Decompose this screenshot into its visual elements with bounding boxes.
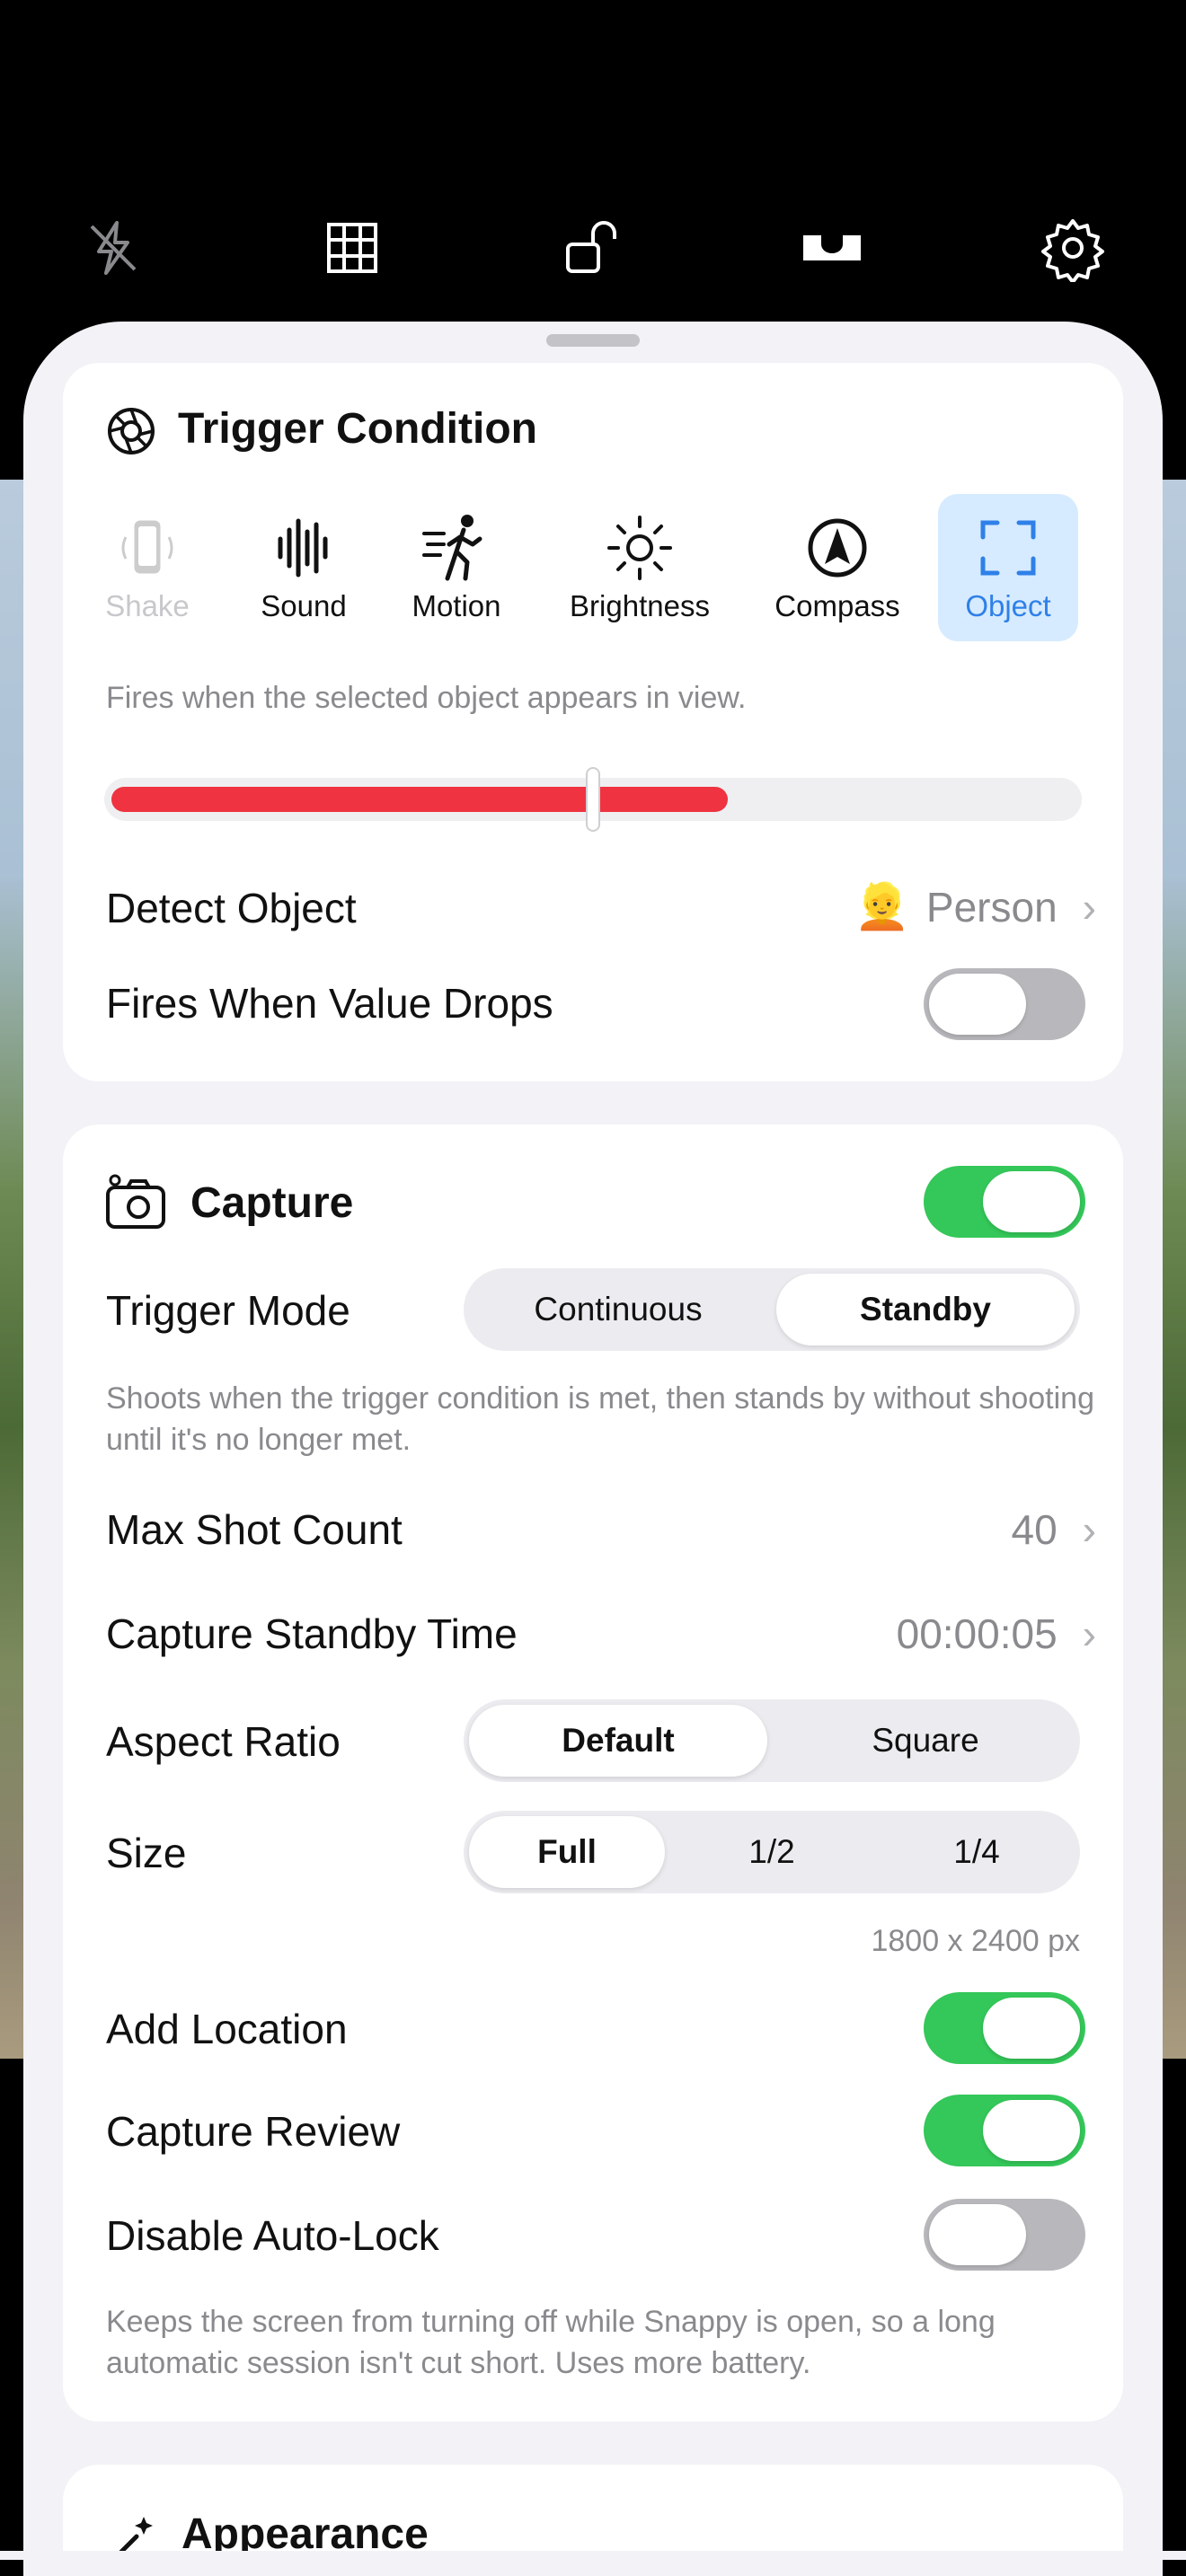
trigger-option-brightness[interactable]: Brightness <box>570 494 710 641</box>
person-emoji-icon: 👱 <box>854 881 910 931</box>
capture-standby-time-value: 00:00:05 <box>896 1610 1058 1657</box>
chevron-right-icon: › <box>1082 1610 1096 1657</box>
detect-object-row[interactable]: 👱 Person › <box>854 880 1096 933</box>
running-figure-icon <box>422 515 482 581</box>
size-segmented[interactable]: Full 1/2 1/4 <box>464 1811 1080 1893</box>
capture-title: Capture <box>190 1179 354 1227</box>
trigger-mode-standby[interactable]: Standby <box>776 1274 1075 1345</box>
lock-open-icon[interactable] <box>559 214 627 282</box>
detect-object-value: Person <box>925 883 1058 931</box>
frame-corner-left <box>0 2560 23 2576</box>
size-half[interactable]: 1/2 <box>674 1816 870 1888</box>
detect-object-label: Detect Object <box>106 885 357 931</box>
trigger-description: Fires when the selected object appears i… <box>106 681 747 715</box>
size-full[interactable]: Full <box>469 1816 665 1888</box>
trigger-option-label: Compass <box>774 589 900 622</box>
aspect-ratio-square[interactable]: Square <box>776 1705 1075 1777</box>
chevron-right-icon: › <box>1082 1506 1096 1553</box>
trigger-mode-note: Shoots when the trigger condition is met… <box>106 1381 1094 1457</box>
slider-fill <box>111 787 728 812</box>
flash-off-icon[interactable] <box>79 214 147 282</box>
trigger-option-label: Sound <box>261 589 347 622</box>
compass-icon <box>808 518 867 578</box>
trigger-mode-segmented[interactable]: Continuous Standby <box>464 1268 1080 1351</box>
sun-icon <box>607 516 672 580</box>
capture-standby-time-label: Capture Standby Time <box>106 1610 518 1657</box>
aperture-icon <box>106 406 156 456</box>
capture-toggle[interactable] <box>924 1166 1085 1238</box>
size-dimensions: 1800 x 2400 px <box>871 1924 1080 1958</box>
sheet-grabber[interactable] <box>546 334 640 347</box>
slider-thumb[interactable] <box>586 767 600 832</box>
capture-standby-time-row[interactable]: 00:00:05 › <box>897 1610 1096 1658</box>
level-icon[interactable] <box>798 214 866 282</box>
add-location-toggle[interactable] <box>924 1992 1085 2064</box>
viewfinder-icon <box>980 520 1036 576</box>
capture-review-toggle[interactable] <box>924 2095 1085 2166</box>
add-location-label: Add Location <box>106 2006 348 2052</box>
trigger-option-shake[interactable]: Shake <box>77 494 217 641</box>
trigger-option-compass[interactable]: Compass <box>767 494 907 641</box>
trigger-condition-title: Trigger Condition <box>178 405 537 453</box>
grid-icon[interactable] <box>318 214 386 282</box>
camera-timer-icon <box>104 1173 167 1231</box>
trigger-mode-continuous[interactable]: Continuous <box>469 1274 767 1345</box>
trigger-option-label: Motion <box>412 589 501 622</box>
trigger-option-object[interactable]: Object <box>938 494 1078 641</box>
trigger-option-motion[interactable]: Motion <box>386 494 527 641</box>
aspect-ratio-segmented[interactable]: Default Square <box>464 1699 1080 1782</box>
max-shot-count-label: Max Shot Count <box>106 1506 403 1553</box>
waveform-icon <box>278 518 328 578</box>
phone-shake-icon <box>121 520 173 574</box>
sheet-bottom <box>0 2551 1186 2576</box>
trigger-option-label: Brightness <box>570 589 710 622</box>
max-shot-count-row[interactable]: 40 › <box>1012 1505 1097 1554</box>
size-quarter[interactable]: 1/4 <box>879 1816 1075 1888</box>
max-shot-count-value: 40 <box>1011 1506 1058 1553</box>
chevron-right-icon: › <box>1082 883 1096 931</box>
frame-corner-right <box>1163 2560 1186 2576</box>
trigger-option-sound[interactable]: Sound <box>234 494 374 641</box>
fires-when-value-drops-label: Fires When Value Drops <box>106 980 553 1027</box>
aspect-ratio-default[interactable]: Default <box>469 1705 767 1777</box>
disable-auto-lock-label: Disable Auto-Lock <box>106 2212 439 2259</box>
gear-icon[interactable] <box>1039 214 1107 282</box>
trigger-mode-label: Trigger Mode <box>106 1287 350 1334</box>
capture-review-label: Capture Review <box>106 2108 401 2155</box>
aspect-ratio-label: Aspect Ratio <box>106 1718 341 1765</box>
disable-auto-lock-toggle[interactable] <box>924 2199 1085 2271</box>
trigger-option-label: Shake <box>105 589 190 622</box>
trigger-option-label: Object <box>965 589 1051 622</box>
disable-auto-lock-note: Keeps the screen from turning off while … <box>106 2305 996 2380</box>
size-label: Size <box>106 1830 187 1876</box>
fires-when-value-drops-toggle[interactable] <box>924 968 1085 1040</box>
